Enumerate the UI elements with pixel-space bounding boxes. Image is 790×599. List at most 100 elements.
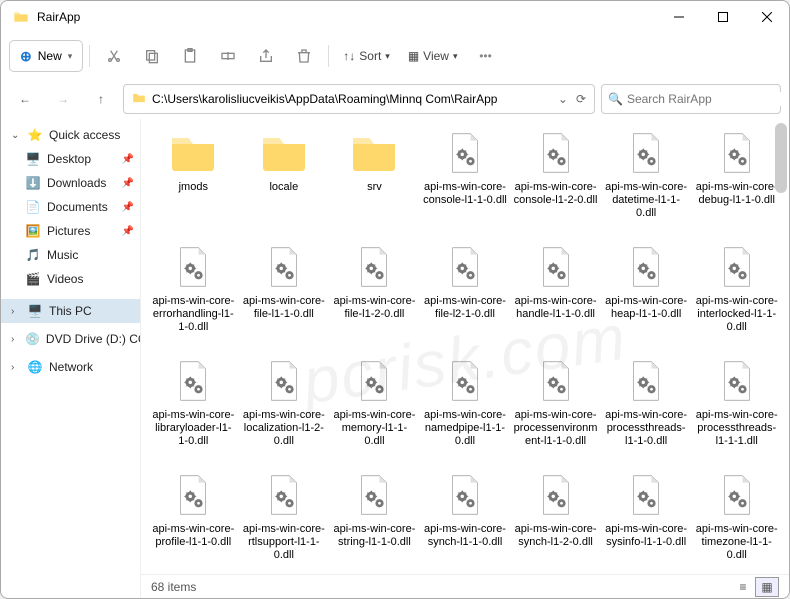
- file-item[interactable]: api-ms-win-core-string-l1-1-0.dll: [330, 469, 419, 574]
- sort-button[interactable]: ↑↓ Sort ▾: [335, 49, 398, 63]
- dll-icon: [169, 471, 217, 519]
- nav-music[interactable]: 🎵Music: [1, 243, 140, 267]
- search-icon: 🔍: [608, 92, 623, 106]
- file-item[interactable]: api-ms-win-core-localization-l1-2-0.dll: [240, 355, 329, 467]
- folder-item[interactable]: jmods: [149, 127, 238, 239]
- share-button[interactable]: [248, 40, 284, 72]
- search-input[interactable]: [627, 92, 782, 106]
- file-item[interactable]: api-ms-win-core-processthreads-l1-1-0.dl…: [602, 355, 691, 467]
- pc-icon: 🖥️: [27, 303, 43, 319]
- more-button[interactable]: •••: [468, 40, 504, 72]
- refresh-button[interactable]: ⟳: [576, 92, 586, 106]
- nav-desktop[interactable]: 🖥️Desktop📌: [1, 147, 140, 171]
- desktop-icon: 🖥️: [25, 151, 41, 167]
- music-icon: 🎵: [25, 247, 41, 263]
- scrollbar[interactable]: [775, 123, 787, 193]
- item-label: api-ms-win-core-synch-l1-1-0.dll: [423, 523, 507, 549]
- file-item[interactable]: api-ms-win-core-console-l1-2-0.dll: [511, 127, 600, 239]
- nav-this-pc[interactable]: ›🖥️This PC: [1, 299, 140, 323]
- item-label: api-ms-win-core-string-l1-1-0.dll: [332, 523, 416, 549]
- file-item[interactable]: api-ms-win-core-handle-l1-1-0.dll: [511, 241, 600, 353]
- file-item[interactable]: api-ms-win-core-file-l2-1-0.dll: [421, 241, 510, 353]
- minimize-button[interactable]: [657, 1, 701, 33]
- chevron-down-icon: ▾: [385, 51, 390, 62]
- item-label: api-ms-win-core-timezone-l1-1-0.dll: [695, 523, 779, 563]
- nav-pictures[interactable]: 🖼️Pictures📌: [1, 219, 140, 243]
- folder-item[interactable]: locale: [240, 127, 329, 239]
- file-item[interactable]: api-ms-win-core-memory-l1-1-0.dll: [330, 355, 419, 467]
- file-item[interactable]: api-ms-win-core-debug-l1-1-0.dll: [692, 127, 781, 239]
- address-bar[interactable]: ⌄ ⟳: [123, 84, 595, 114]
- window-controls: [657, 1, 789, 33]
- file-item[interactable]: api-ms-win-core-file-l1-2-0.dll: [330, 241, 419, 353]
- up-button[interactable]: ↑: [85, 83, 117, 115]
- new-button[interactable]: ⊕ New ▾: [9, 40, 83, 72]
- address-input[interactable]: [152, 92, 558, 106]
- forward-button[interactable]: →: [47, 83, 79, 115]
- file-item[interactable]: api-ms-win-core-synch-l1-2-0.dll: [511, 469, 600, 574]
- cut-button[interactable]: [96, 40, 132, 72]
- file-grid[interactable]: jmods locale srv api-ms-win-core-console-l1…: [141, 119, 789, 574]
- search-box[interactable]: 🔍: [601, 84, 781, 114]
- icons-view-button[interactable]: ▦: [755, 577, 779, 597]
- item-label: api-ms-win-core-debug-l1-1-0.dll: [695, 181, 779, 207]
- file-item[interactable]: api-ms-win-core-rtlsupport-l1-1-0.dll: [240, 469, 329, 574]
- file-item[interactable]: api-ms-win-core-profile-l1-1-0.dll: [149, 469, 238, 574]
- nav-network[interactable]: ›🌐Network: [1, 355, 140, 379]
- copy-button[interactable]: [134, 40, 170, 72]
- nav-quick-access[interactable]: ⌄⭐Quick access: [1, 123, 140, 147]
- file-item[interactable]: api-ms-win-core-synch-l1-1-0.dll: [421, 469, 510, 574]
- dll-icon: [350, 243, 398, 291]
- file-item[interactable]: api-ms-win-core-heap-l1-1-0.dll: [602, 241, 691, 353]
- file-item[interactable]: api-ms-win-core-file-l1-1-0.dll: [240, 241, 329, 353]
- file-item[interactable]: api-ms-win-core-processenvironment-l1-1-…: [511, 355, 600, 467]
- item-label: api-ms-win-core-memory-l1-1-0.dll: [332, 409, 416, 449]
- file-item[interactable]: api-ms-win-core-timezone-l1-1-0.dll: [692, 469, 781, 574]
- nav-downloads[interactable]: ⬇️Downloads📌: [1, 171, 140, 195]
- titlebar: RairApp: [1, 1, 789, 33]
- item-label: api-ms-win-core-handle-l1-1-0.dll: [514, 295, 598, 321]
- nav-dvd[interactable]: ›💿DVD Drive (D:) CCCC: [1, 327, 140, 351]
- item-label: jmods: [179, 181, 208, 194]
- rename-button[interactable]: [210, 40, 246, 72]
- item-label: api-ms-win-core-file-l2-1-0.dll: [423, 295, 507, 321]
- paste-button[interactable]: [172, 40, 208, 72]
- folder-item[interactable]: srv: [330, 127, 419, 239]
- item-label: srv: [367, 181, 382, 194]
- dll-icon: [532, 129, 580, 177]
- file-item[interactable]: api-ms-win-core-console-l1-1-0.dll: [421, 127, 510, 239]
- maximize-button[interactable]: [701, 1, 745, 33]
- back-button[interactable]: ←: [9, 83, 41, 115]
- chevron-down-icon: ▾: [68, 51, 73, 62]
- view-button[interactable]: ▦ View ▾: [400, 49, 466, 63]
- item-label: api-ms-win-core-interlocked-l1-1-0.dll: [695, 295, 779, 335]
- plus-icon: ⊕: [20, 48, 32, 65]
- file-item[interactable]: api-ms-win-core-namedpipe-l1-1-0.dll: [421, 355, 510, 467]
- dll-icon: [169, 243, 217, 291]
- file-item[interactable]: api-ms-win-core-errorhandling-l1-1-0.dll: [149, 241, 238, 353]
- dll-icon: [441, 357, 489, 405]
- view-icon: ▦: [408, 49, 419, 63]
- video-icon: 🎬: [25, 271, 41, 287]
- details-view-button[interactable]: ≡: [731, 577, 755, 597]
- address-row: ← → ↑ ⌄ ⟳ 🔍: [1, 79, 789, 119]
- file-item[interactable]: api-ms-win-core-libraryloader-l1-1-0.dll: [149, 355, 238, 467]
- close-button[interactable]: [745, 1, 789, 33]
- pin-icon: 📌: [122, 178, 134, 189]
- network-icon: 🌐: [27, 359, 43, 375]
- item-label: api-ms-win-core-console-l1-1-0.dll: [423, 181, 507, 207]
- file-item[interactable]: api-ms-win-core-processthreads-l1-1-1.dl…: [692, 355, 781, 467]
- dll-icon: [532, 243, 580, 291]
- file-item[interactable]: api-ms-win-core-sysinfo-l1-1-0.dll: [602, 469, 691, 574]
- pin-icon: 📌: [122, 154, 134, 165]
- item-label: api-ms-win-core-processthreads-l1-1-0.dl…: [604, 409, 688, 449]
- chevron-down-icon[interactable]: ⌄: [558, 92, 568, 106]
- item-label: api-ms-win-core-libraryloader-l1-1-0.dll: [151, 409, 235, 449]
- delete-button[interactable]: [286, 40, 322, 72]
- file-item[interactable]: api-ms-win-core-datetime-l1-1-0.dll: [602, 127, 691, 239]
- nav-videos[interactable]: 🎬Videos: [1, 267, 140, 291]
- file-item[interactable]: api-ms-win-core-interlocked-l1-1-0.dll: [692, 241, 781, 353]
- dll-icon: [260, 243, 308, 291]
- nav-documents[interactable]: 📄Documents📌: [1, 195, 140, 219]
- dll-icon: [532, 357, 580, 405]
